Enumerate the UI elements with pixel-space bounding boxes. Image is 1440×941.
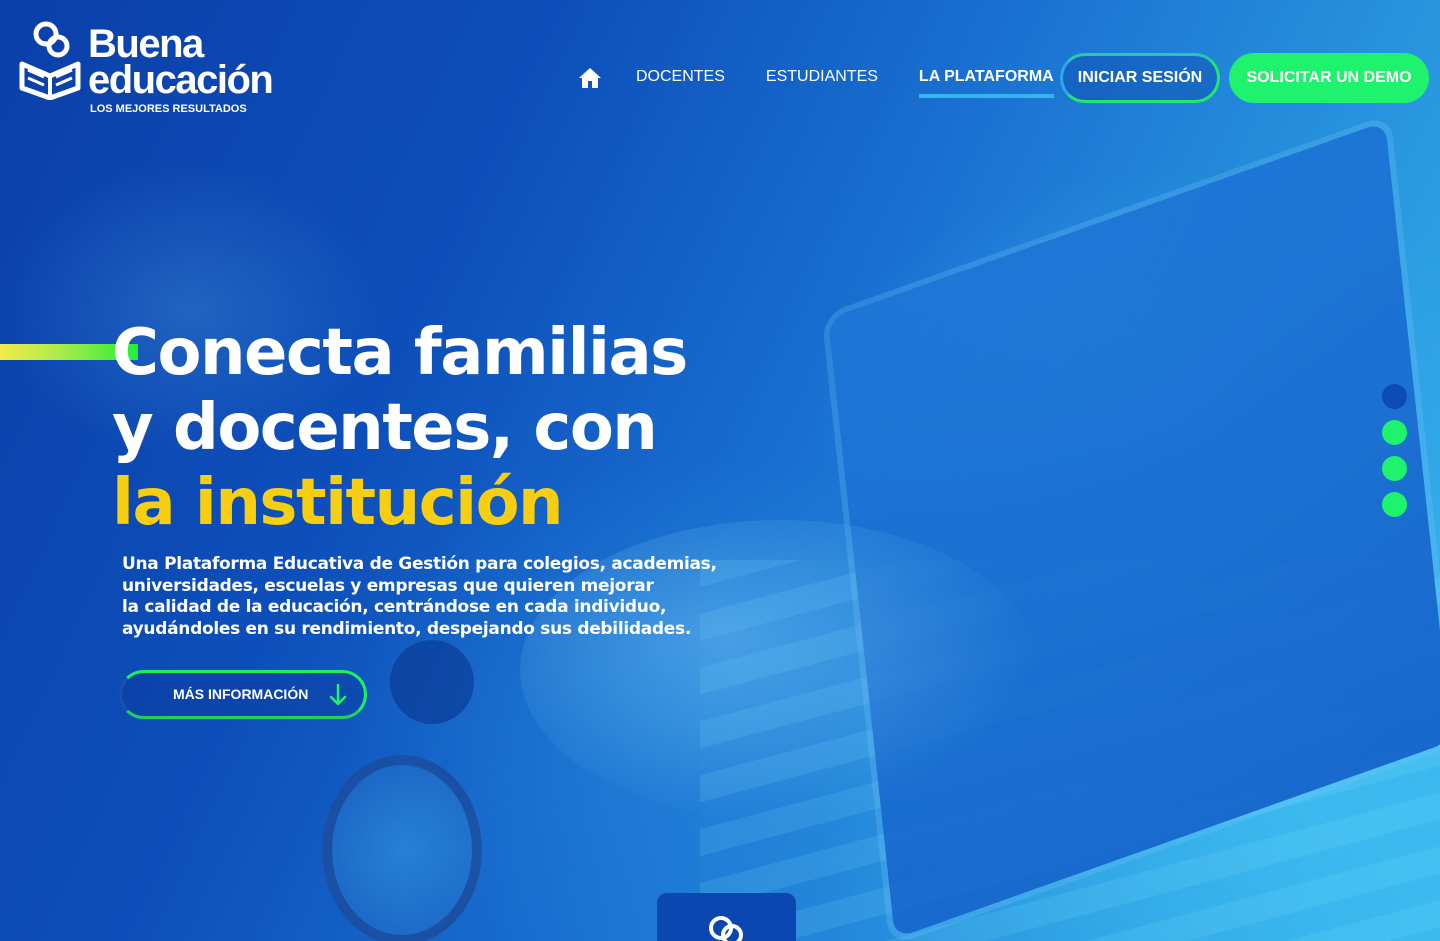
logo-tagline: LOS MEJORES RESULTADOS	[90, 103, 247, 115]
hero-description: Una Plataforma Educativa de Gestión para…	[122, 554, 717, 640]
description-line: universidades, escuelas y empresas que q…	[122, 575, 654, 596]
slider-dot-2[interactable]	[1382, 420, 1407, 445]
request-demo-button[interactable]: SOLICITAR UN DEMO	[1229, 53, 1429, 103]
background-photo-watch	[322, 755, 482, 941]
nav-estudiantes[interactable]: ESTUDIANTES	[766, 60, 878, 96]
circles-icon	[709, 916, 743, 941]
background-photo-shadow	[390, 640, 474, 724]
slider-dot-4[interactable]	[1382, 492, 1407, 517]
slider-dot-1[interactable]	[1382, 384, 1407, 409]
hero-headline: Conecta familias y docentes, con la inst…	[112, 316, 812, 541]
headline-line-3-highlight: la institución	[112, 466, 564, 540]
description-line: ayudándoles en su rendimiento, despejand…	[122, 618, 691, 639]
login-button[interactable]: INICIAR SESIÓN	[1060, 53, 1220, 103]
background-photo-table	[700, 560, 1440, 941]
arrow-down-icon	[329, 683, 347, 706]
more-info-button[interactable]: MÁS INFORMACIÓN	[119, 670, 367, 719]
description-line: la calidad de la educación, centrándose …	[122, 597, 667, 617]
logo-book-icon	[19, 21, 81, 100]
logo-name-line2: educación	[88, 58, 274, 102]
brand-logo[interactable]: Buena educación LOS MEJORES RESULTADOS	[18, 20, 308, 115]
more-info-label: MÁS INFORMACIÓN	[173, 686, 309, 702]
description-line: Una Plataforma Educativa de Gestión para…	[122, 554, 717, 574]
slider-dot-3[interactable]	[1382, 456, 1407, 481]
background-photo-tablet	[828, 121, 1440, 939]
home-icon[interactable]	[578, 67, 602, 89]
slider-pagination	[1382, 384, 1407, 528]
headline-line-2: y docentes, con	[112, 391, 658, 465]
main-nav: DOCENTES ESTUDIANTES LA PLATAFORMA	[578, 60, 1095, 98]
nav-la-plataforma[interactable]: LA PLATAFORMA	[918, 60, 1054, 98]
nav-docentes[interactable]: DOCENTES	[636, 60, 725, 96]
scroll-tab[interactable]	[657, 893, 796, 941]
headline-line-1: Conecta familias	[112, 316, 688, 390]
